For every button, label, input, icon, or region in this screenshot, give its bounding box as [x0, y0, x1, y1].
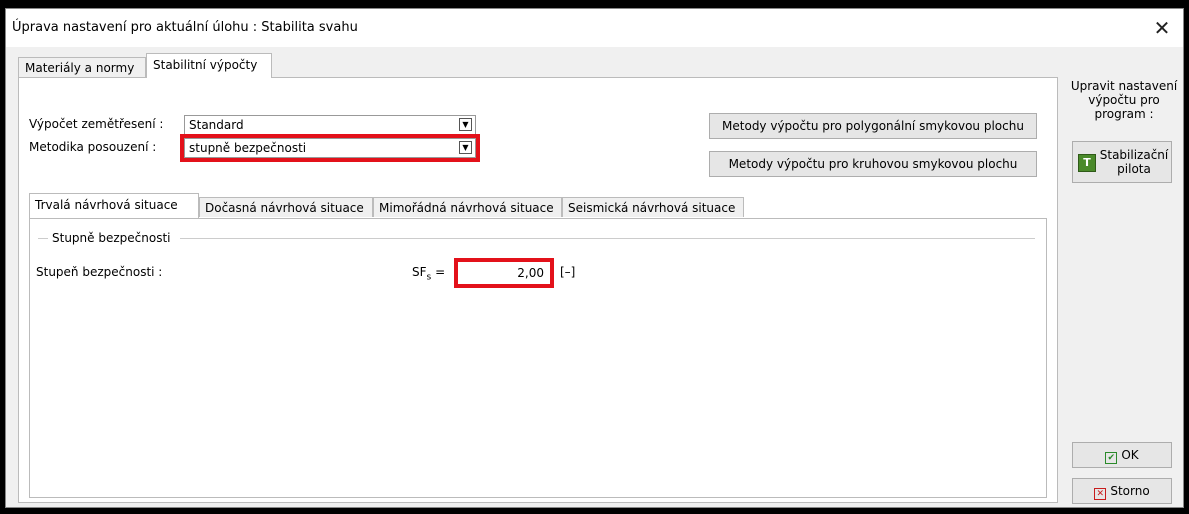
ok-label: OK [1121, 448, 1139, 462]
ok-button[interactable]: ✔ OK [1072, 442, 1172, 468]
tab-label: Dočasná návrhová situace [205, 201, 364, 215]
unit-label: [–] [560, 265, 576, 279]
tab-label: Mimořádná návrhová situace [379, 201, 554, 215]
method-label: Metodika posouzení : [29, 140, 157, 154]
stability-calculations-panel: Výpočet zemětřesení : Standard ▼ Metodik… [18, 77, 1058, 503]
equals-sign: = [435, 265, 446, 279]
pile-label-line: pilota [1117, 162, 1151, 176]
tab-label: Stabilitní výpočty [153, 58, 258, 72]
pile-button-label: Stabilizační pilota [1099, 148, 1169, 176]
safety-factor-label: Stupeň bezpečnosti : [36, 265, 163, 279]
safety-factor-input[interactable]: 2,00 [454, 258, 554, 288]
window-title: Úprava nastavení pro aktuální úlohu : St… [12, 20, 358, 35]
tab-label: Trvalá návrhová situace [35, 198, 178, 212]
cross-icon: ✕ [1094, 488, 1107, 500]
earthquake-select[interactable]: Standard ▼ [184, 115, 476, 135]
symbol-subscript: s [426, 272, 432, 283]
earthquake-label: Výpočet zemětřesení : [29, 117, 164, 131]
earthquake-select-value: Standard [189, 118, 244, 132]
title-bar: Úprava nastavení pro aktuální úlohu : St… [6, 9, 1183, 47]
group-divider [180, 238, 1035, 239]
stabilization-pile-button[interactable]: T Stabilizační pilota [1072, 141, 1172, 183]
cancel-button[interactable]: ✕ Storno [1072, 478, 1172, 504]
safety-factor-symbol: SFs = [412, 265, 445, 282]
pile-icon: T [1078, 154, 1096, 172]
pile-label-line: Stabilizační [1099, 148, 1169, 162]
circular-methods-button[interactable]: Metody výpočtu pro kruhovou smykovou plo… [709, 151, 1037, 177]
tab-label: Seismická návrhová situace [568, 201, 736, 215]
program-settings-caption: Upravit nastavení výpočtu pro program : [1064, 79, 1184, 121]
close-icon[interactable]: ✕ [1149, 15, 1175, 41]
dialog-window: Úprava nastavení pro aktuální úlohu : St… [5, 8, 1184, 508]
safety-factor-value: 2,00 [517, 266, 544, 280]
checkmark-icon: ✔ [1105, 452, 1118, 464]
design-situation-panel: Stupně bezpečnosti Stupeň bezpečnosti : … [29, 218, 1047, 498]
method-select-value: stupně bezpečnosti [189, 141, 307, 155]
tab-materialy-a-normy[interactable]: Materiály a normy [18, 57, 146, 77]
group-divider [38, 238, 48, 239]
circular-methods-label: Metody výpočtu pro kruhovou smykovou plo… [728, 157, 1018, 171]
tab-docasna[interactable]: Dočasná návrhová situace [199, 197, 373, 217]
symbol-text: SF [412, 265, 427, 279]
tab-stabilitni-vypocty[interactable]: Stabilitní výpočty [146, 53, 272, 78]
tab-mimoradna[interactable]: Mimořádná návrhová situace [373, 197, 562, 217]
caption-line: Upravit nastavení [1070, 79, 1178, 93]
polygonal-methods-button[interactable]: Metody výpočtu pro polygonální smykovou … [709, 113, 1037, 139]
cancel-label: Storno [1110, 484, 1150, 498]
inner-tab-bar: Trvalá návrhová situace Dočasná návrhová… [29, 193, 1047, 218]
method-select[interactable]: stupně bezpečnosti ▼ [180, 134, 480, 162]
caption-line: program : [1094, 107, 1154, 121]
tab-trvala[interactable]: Trvalá návrhová situace [29, 193, 199, 218]
group-title: Stupně bezpečnosti [52, 231, 171, 245]
caption-line: výpočtu pro [1088, 93, 1160, 107]
tab-label: Materiály a normy [25, 61, 135, 75]
polygonal-methods-label: Metody výpočtu pro polygonální smykovou … [722, 119, 1024, 133]
chevron-down-icon: ▼ [459, 141, 472, 154]
chevron-down-icon: ▼ [459, 118, 472, 131]
tab-seismicka[interactable]: Seismická návrhová situace [562, 197, 744, 217]
